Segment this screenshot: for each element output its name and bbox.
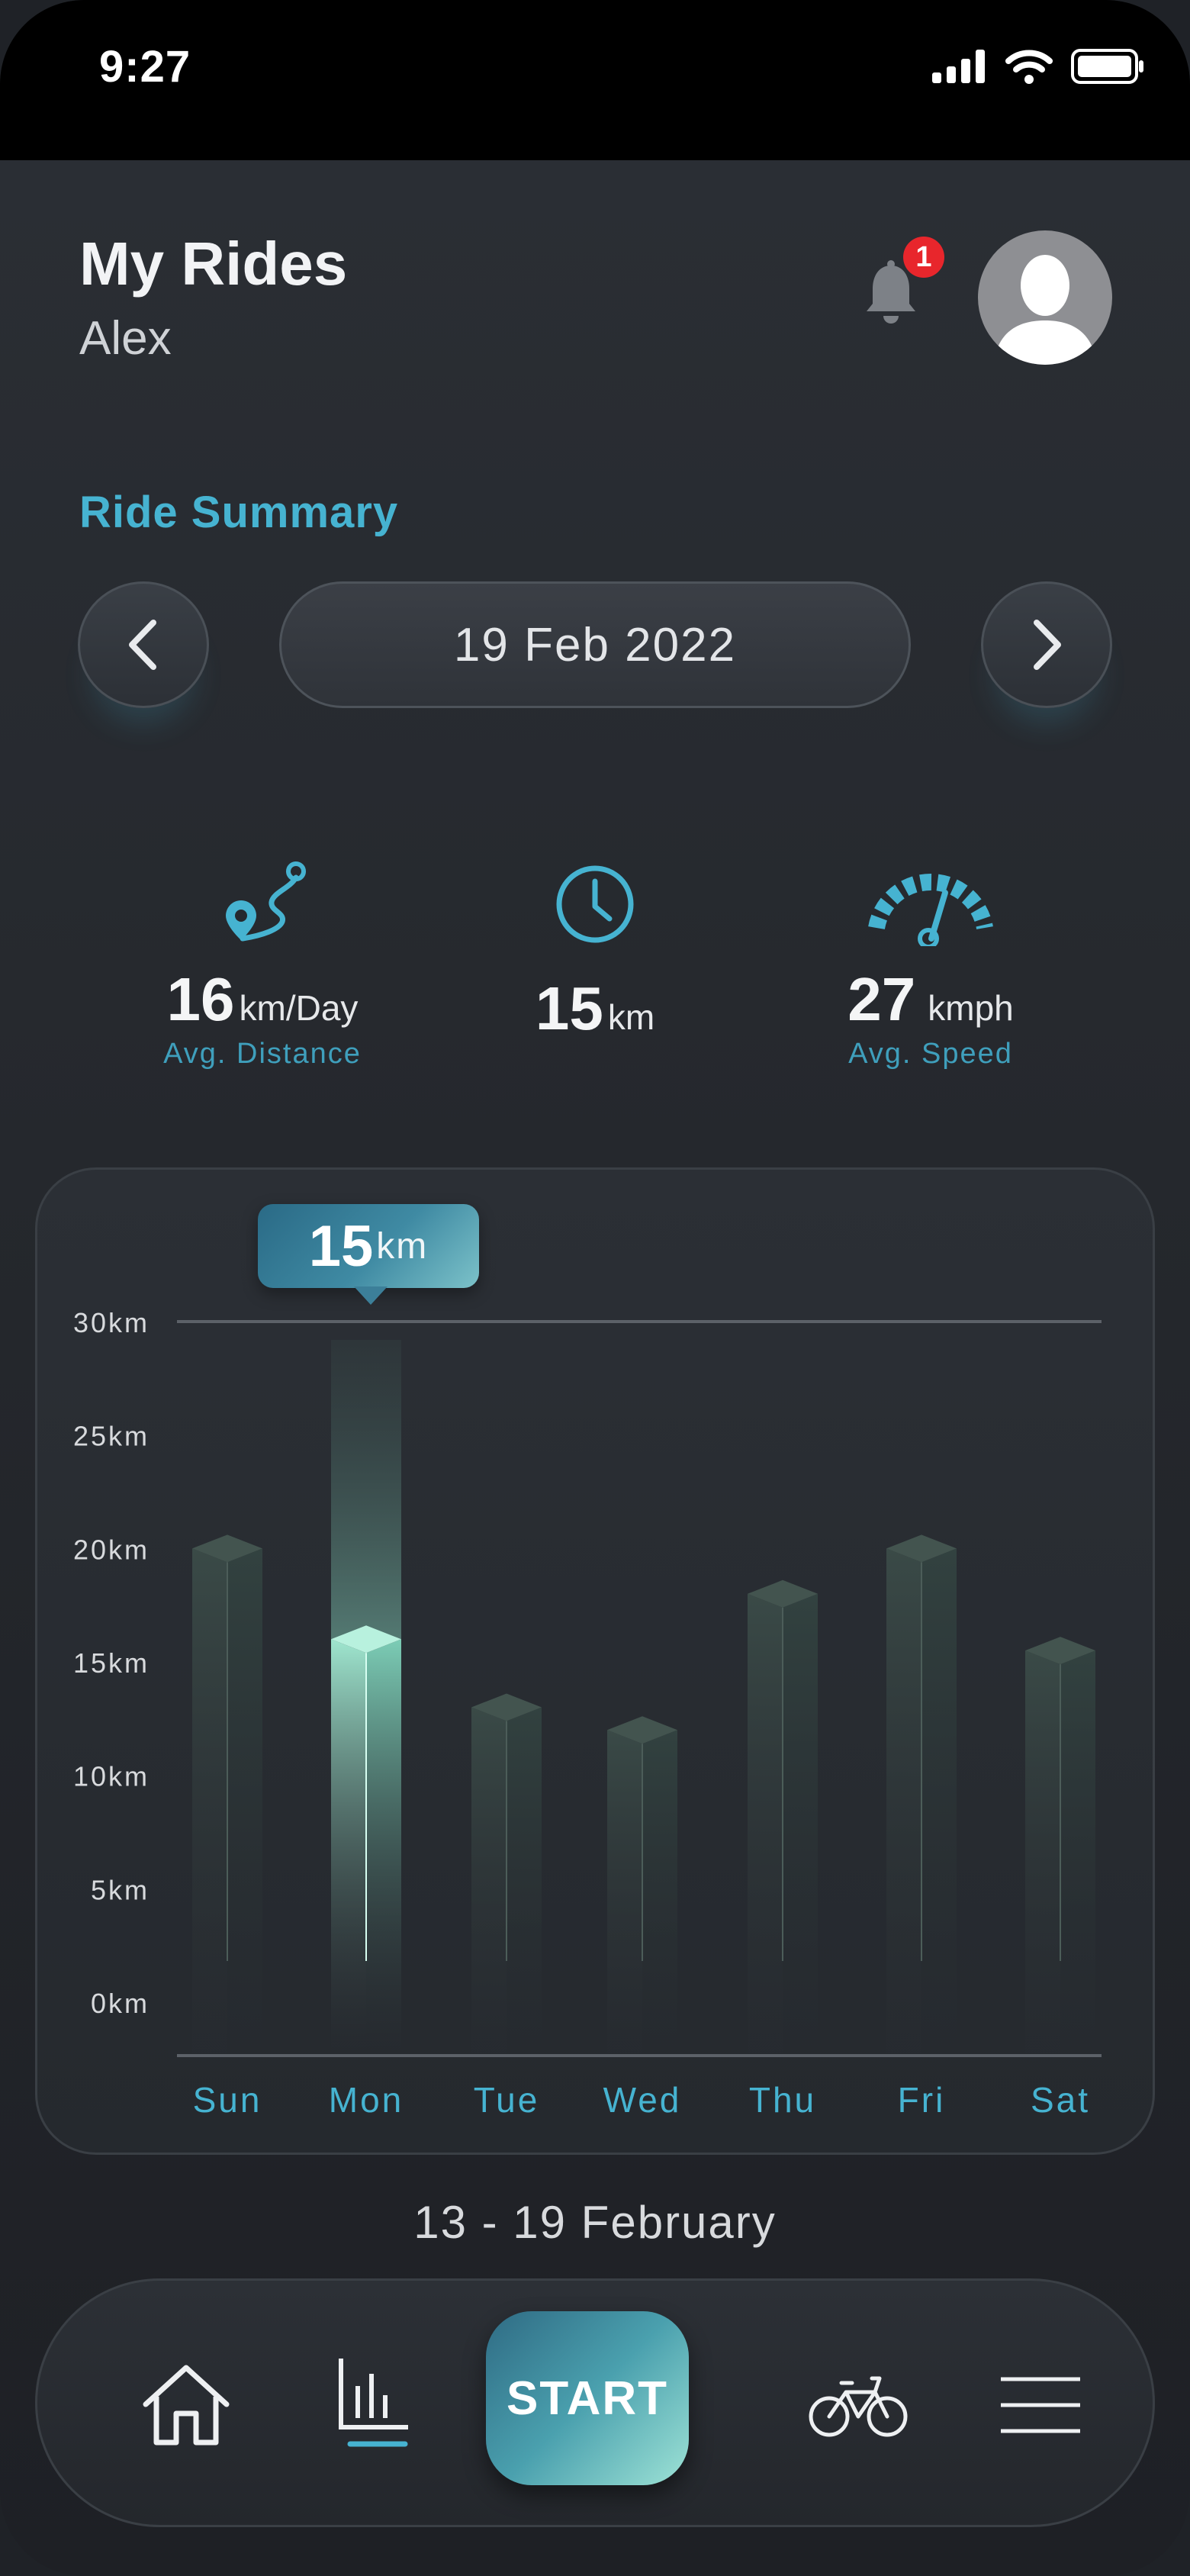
menu-icon — [1001, 2377, 1080, 2433]
bar-fri[interactable] — [886, 1534, 957, 2053]
app-screen: 9:27 My Rides Alex 1 Ride Summary 19 Feb… — [0, 0, 1190, 2576]
bar-mon[interactable] — [331, 1340, 401, 2053]
bar-tue[interactable] — [471, 1693, 542, 2053]
bar-face-left — [748, 1593, 783, 2053]
y-tick-label: 25km — [73, 1421, 150, 1452]
x-tick-fri: Fri — [898, 2080, 946, 2120]
bar-face-right — [921, 1548, 957, 2053]
bar-face-right — [1060, 1650, 1095, 2053]
x-tick-sat: Sat — [1031, 2080, 1090, 2120]
nav-menu[interactable] — [960, 2281, 1121, 2529]
selected-bar-tooltip: 15 km — [258, 1204, 479, 1305]
y-tick-label: 0km — [91, 1988, 150, 2019]
x-tick-tue: Tue — [474, 2080, 540, 2120]
nav-stats[interactable] — [301, 2281, 446, 2529]
highlight-beam — [331, 1340, 401, 1640]
bar-sun[interactable] — [192, 1534, 262, 2053]
bar-face-left — [1025, 1650, 1060, 2053]
y-tick-label: 5km — [91, 1874, 150, 1905]
stats-icon — [339, 2359, 408, 2447]
bar-thu[interactable] — [748, 1579, 818, 2053]
bar-face-right — [227, 1548, 262, 2053]
bar-wed[interactable] — [607, 1716, 677, 2053]
bar-face-left — [886, 1548, 921, 2053]
start-label: START — [506, 2372, 669, 2425]
nav-home[interactable] — [114, 2281, 259, 2529]
bar-face-right — [507, 1707, 542, 2053]
nav-bikes[interactable] — [782, 2281, 934, 2529]
bar-face-right — [642, 1730, 677, 2053]
bar-face-left — [471, 1707, 507, 2053]
bar-face-right — [366, 1639, 401, 2053]
y-tick-label: 15km — [73, 1647, 150, 1679]
tooltip-value: 15 — [308, 1213, 374, 1279]
y-tick-label: 30km — [73, 1307, 150, 1338]
x-tick-wed: Wed — [603, 2080, 682, 2120]
bar-face-left — [192, 1548, 227, 2053]
x-tick-thu: Thu — [749, 2080, 816, 2120]
bar-sat[interactable] — [1025, 1637, 1095, 2053]
x-tick-mon: Mon — [329, 2080, 404, 2120]
bar-face-left — [331, 1639, 366, 2053]
weekly-distance-chart: 0km 5km 10km 15km 20km 25km 30km Sun Mon Tue Wed T… — [73, 1307, 1102, 2120]
x-tick-sun: Sun — [193, 2080, 262, 2120]
bar-face-left — [607, 1730, 642, 2053]
start-ride-button[interactable]: START — [486, 2311, 689, 2485]
tooltip-unit: km — [376, 1225, 429, 1267]
bottom-navigation: START — [35, 2278, 1155, 2527]
y-tick-label: 20km — [73, 1534, 150, 1565]
week-range: 13 - 19 February — [413, 2197, 777, 2248]
y-tick-label: 10km — [73, 1761, 150, 1792]
bike-icon — [809, 2376, 908, 2437]
home-icon — [143, 2365, 230, 2446]
bar-face-right — [783, 1593, 818, 2053]
